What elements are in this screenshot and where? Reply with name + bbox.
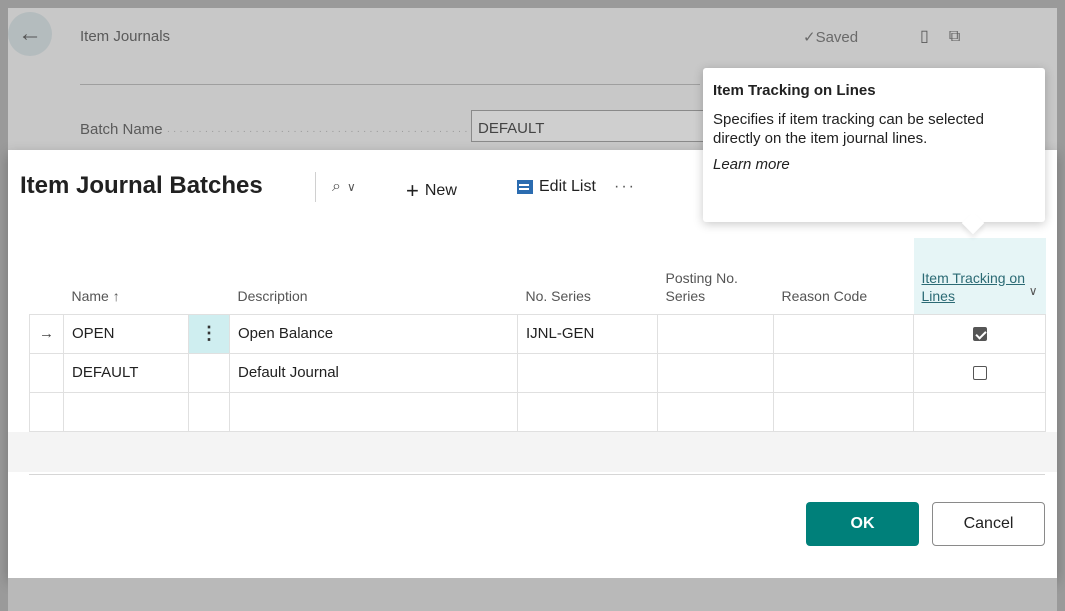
- cell-reason-code[interactable]: [773, 352, 914, 393]
- cell-posting-no-series[interactable]: [657, 391, 774, 432]
- page-title: Item Journals: [80, 28, 171, 45]
- batch-name-field[interactable]: DEFAULT: [471, 110, 711, 142]
- cancel-button[interactable]: Cancel: [932, 502, 1045, 546]
- item-tracking-checkbox[interactable]: [972, 327, 987, 342]
- cell-name[interactable]: [63, 391, 189, 432]
- row-actions-menu[interactable]: ⋮: [188, 313, 230, 354]
- more-vertical-icon[interactable]: ⋮: [189, 314, 229, 353]
- header-name[interactable]: Name ↑: [64, 238, 189, 314]
- cell-item-tracking[interactable]: [913, 391, 1046, 432]
- tooltip-title: Item Tracking on Lines: [713, 82, 876, 99]
- table-row[interactable]: DEFAULT Default Journal: [29, 352, 1046, 393]
- more-options-button[interactable]: ···: [614, 178, 636, 196]
- learn-more-link[interactable]: Learn more: [713, 156, 1033, 173]
- search-icon: ⌕: [332, 178, 341, 195]
- cell-reason-code[interactable]: [773, 313, 914, 354]
- row-selector: [29, 391, 64, 432]
- column-tooltip: Item Tracking on Lines Specifies if item…: [703, 68, 1045, 222]
- ok-button[interactable]: OK: [806, 502, 919, 546]
- cell-name[interactable]: OPEN: [63, 313, 189, 354]
- table-header: Name ↑ Description No. Series Posting No…: [30, 238, 1046, 314]
- dialog-grid-footer: [8, 432, 1057, 472]
- cell-item-tracking[interactable]: [913, 352, 1046, 393]
- header-menu: [189, 238, 230, 314]
- cell-reason-code[interactable]: [773, 391, 914, 432]
- table-row[interactable]: [29, 391, 1046, 432]
- footer-divider: [29, 474, 1045, 475]
- batch-name-label: Batch Name ·····························…: [80, 121, 475, 138]
- title-separator: [315, 172, 316, 202]
- header-selector: [30, 238, 64, 314]
- row-current-arrow-icon: →: [29, 313, 64, 354]
- edit-list-icon: [517, 180, 533, 194]
- header-posting-no-series[interactable]: Posting No. Series: [658, 238, 774, 314]
- header-no-series[interactable]: No. Series: [518, 238, 658, 314]
- row-selector: [29, 352, 64, 393]
- cell-description[interactable]: [229, 391, 518, 432]
- open-in-new-window-icon[interactable]: ⧉: [949, 28, 980, 45]
- header-item-tracking-on-lines[interactable]: Item Tracking on Lines ∨: [913, 238, 1046, 314]
- cell-posting-no-series[interactable]: [657, 313, 774, 354]
- new-label: New: [424, 182, 457, 199]
- cell-description[interactable]: Open Balance: [229, 313, 518, 354]
- background-bottom-bar: [8, 578, 1057, 611]
- table-row[interactable]: → OPEN ⋮ Open Balance IJNL-GEN: [29, 313, 1046, 354]
- edit-list-button[interactable]: Edit List: [517, 178, 596, 196]
- chevron-down-icon: ∨: [346, 180, 356, 194]
- new-button[interactable]: + New: [406, 178, 457, 204]
- cell-posting-no-series[interactable]: [657, 352, 774, 393]
- cell-item-tracking[interactable]: [913, 313, 1046, 354]
- item-tracking-checkbox[interactable]: [972, 366, 987, 381]
- divider: [80, 84, 700, 85]
- saved-status: ✓Saved: [803, 29, 859, 46]
- page-actions: ▯⧉: [920, 26, 980, 46]
- cell-no-series[interactable]: [517, 352, 658, 393]
- chevron-down-icon[interactable]: ∨: [1029, 282, 1038, 300]
- header-item-tracking-label[interactable]: Item Tracking on Lines: [922, 270, 1026, 304]
- cell-name[interactable]: DEFAULT: [63, 352, 189, 393]
- cell-description[interactable]: Default Journal: [229, 352, 518, 393]
- batches-table: Name ↑ Description No. Series Posting No…: [29, 238, 1046, 432]
- row-actions-menu[interactable]: [188, 391, 230, 432]
- search-button[interactable]: ⌕ ∨: [332, 178, 356, 196]
- plus-icon: +: [406, 178, 419, 203]
- header-reason-code[interactable]: Reason Code: [774, 238, 914, 314]
- back-arrow-icon[interactable]: ←: [8, 12, 52, 56]
- bookmark-icon[interactable]: ▯: [920, 28, 949, 45]
- cell-no-series[interactable]: IJNL-GEN: [517, 313, 658, 354]
- cell-no-series[interactable]: [517, 391, 658, 432]
- dialog-title: Item Journal Batches: [20, 172, 263, 199]
- tooltip-body: Specifies if item tracking can be select…: [713, 111, 984, 147]
- edit-list-label: Edit List: [539, 178, 596, 195]
- row-actions-menu[interactable]: [188, 352, 230, 393]
- header-description[interactable]: Description: [230, 238, 518, 314]
